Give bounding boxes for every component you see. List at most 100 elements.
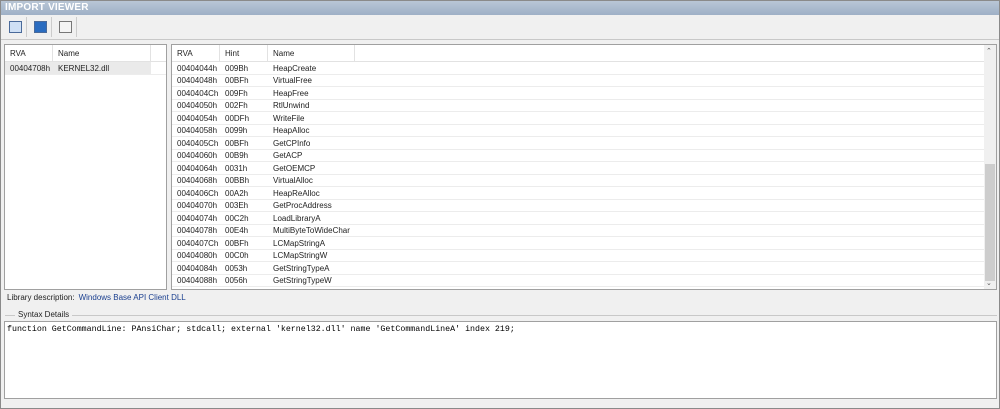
table-cell: 00BBh [225, 176, 250, 185]
table-row[interactable]: 00404070h 003Eh GetProcAddress [172, 200, 996, 212]
table-cell: 0040404Ch [177, 88, 219, 98]
table-row[interactable]: 00404088h 0056h GetStringTypeW [172, 275, 996, 287]
table-cell: 009Fh [225, 88, 248, 98]
table-cell: 002Fh [225, 101, 248, 110]
table-cell: GetACP [273, 151, 303, 160]
table-cell: GetCPInfo [273, 138, 311, 148]
syntax-text-box[interactable]: function GetCommandLine: PAnsiChar; stdc… [4, 321, 997, 399]
table-cell: 009Bh [225, 63, 249, 73]
table-cell: 00404084h [177, 263, 218, 273]
toolbar [1, 15, 999, 40]
function-list[interactable]: RVA Hint Name 00404044h 009Bh HeapCreate 00… [171, 44, 997, 290]
table-cell: 00BFh [225, 238, 249, 248]
table-cell: 00404058h [177, 126, 218, 135]
table-cell: 0099h [225, 126, 248, 135]
table-row[interactable]: 00404080h 00C0h LCMapStringW [172, 250, 996, 262]
table-cell: 0056h [225, 276, 248, 285]
table-cell: 0040406Ch [177, 188, 219, 198]
save-icon [9, 21, 22, 33]
table-cell: GetStringTypeW [273, 276, 332, 285]
table-cell: VirtualFree [273, 76, 312, 85]
library-list[interactable]: RVA Name 00404708h KERNEL32.dll [4, 44, 167, 290]
scroll-up-icon[interactable]: ⌃ [986, 47, 992, 55]
syntax-details-label: Syntax Details [15, 310, 73, 319]
save-button[interactable] [5, 17, 27, 37]
table-cell: 0031h [225, 163, 248, 173]
table-row[interactable]: 00404060h 00B9h GetACP [172, 150, 996, 162]
table-cell: 00404080h [177, 251, 218, 260]
table-cell: 00404068h [177, 176, 218, 185]
table-cell: 0040407Ch [177, 238, 219, 248]
table-cell: 00404088h [177, 276, 218, 285]
table-row[interactable]: 00404068h 00BBh VirtualAlloc [172, 175, 996, 187]
table-row[interactable]: 00404058h 0099h HeapAlloc [172, 125, 996, 137]
table-row[interactable]: 0040404Ch 009Fh HeapFree [172, 87, 996, 100]
table-row[interactable]: 00404084h 0053h GetStringTypeA [172, 262, 996, 275]
table-row[interactable]: 0040405Ch 00BFh GetCPInfo [172, 137, 996, 150]
table-cell: 00404074h [177, 213, 218, 223]
vertical-scrollbar[interactable]: ⌃ ⌄ [984, 45, 996, 289]
column-header-name[interactable]: Name [53, 45, 151, 62]
table-row[interactable]: 00404048h 00BFh VirtualFree [172, 75, 996, 87]
table-cell: HeapAlloc [273, 126, 310, 135]
table-cell: 00404054h [177, 113, 218, 123]
table-cell: LCMapStringW [273, 251, 328, 260]
table-cell: 00404070h [177, 201, 218, 210]
table-cell: 00A2h [225, 188, 249, 198]
table-cell: 0040405Ch [177, 138, 219, 148]
scroll-down-icon[interactable]: ⌄ [986, 279, 992, 287]
table-cell: 00BFh [225, 138, 249, 148]
column-header-rva[interactable]: RVA [5, 45, 53, 62]
table-cell: HeapCreate [273, 63, 317, 73]
table-cell: 00404064h [177, 163, 218, 173]
table-cell: 0053h [225, 263, 248, 273]
table-row[interactable]: 00404050h 002Fh RtlUnwind [172, 100, 996, 112]
table-cell: 00404060h [177, 151, 218, 160]
table-row[interactable]: 00404054h 00DFh WriteFile [172, 112, 996, 125]
table-cell: GetProcAddress [273, 201, 332, 210]
table-cell: GetStringTypeA [273, 263, 330, 273]
table-row[interactable]: 00404708h KERNEL32.dll [5, 62, 166, 75]
export-button[interactable] [55, 17, 77, 37]
table-cell: KERNEL32.dll [53, 62, 151, 74]
library-list-header: RVA Name [5, 45, 166, 62]
table-cell: 00C2h [225, 213, 249, 223]
scrollbar-thumb[interactable] [985, 164, 995, 281]
table-cell: 00B9h [225, 151, 249, 160]
table-cell: GetOEMCP [273, 163, 316, 173]
table-cell: 003Eh [225, 201, 249, 210]
column-header-name[interactable]: Name [268, 45, 355, 62]
table-cell: RtlUnwind [273, 101, 310, 110]
syntax-details-group: Syntax Details [5, 310, 997, 319]
table-cell: WriteFile [273, 113, 305, 123]
edit-icon [34, 21, 47, 33]
export-icon [59, 21, 72, 33]
table-cell: LoadLibraryA [273, 213, 321, 223]
table-cell: 00C0h [225, 251, 249, 260]
table-cell: HeapFree [273, 88, 309, 98]
table-cell: 00BFh [225, 76, 249, 85]
table-cell: MultiByteToWideChar [273, 226, 350, 235]
window-title: IMPORT VIEWER [1, 1, 999, 15]
table-row[interactable]: 0040407Ch 00BFh LCMapStringA [172, 237, 996, 250]
table-cell: 00404078h [177, 226, 218, 235]
table-cell: 00DFh [225, 113, 250, 123]
column-header-hint[interactable]: Hint [220, 45, 268, 62]
column-header-rva[interactable]: RVA [172, 45, 220, 62]
table-row[interactable]: 00404078h 00E4h MultiByteToWideChar [172, 225, 996, 237]
table-cell: 00E4h [225, 226, 249, 235]
table-cell: 00404708h [5, 62, 53, 74]
library-description-label: Library description: [7, 293, 75, 302]
table-row[interactable]: 0040406Ch 00A2h HeapReAlloc [172, 187, 996, 200]
table-row[interactable]: 00404064h 0031h GetOEMCP [172, 162, 996, 175]
edit-button[interactable] [30, 17, 52, 37]
table-cell: VirtualAlloc [273, 176, 313, 185]
table-cell: 00404048h [177, 76, 218, 85]
table-row[interactable]: 00404044h 009Bh HeapCreate [172, 62, 996, 75]
library-description: Library description: Windows Base API Cli… [7, 293, 186, 302]
table-cell: 00404050h [177, 101, 218, 110]
library-description-value: Windows Base API Client DLL [78, 293, 186, 302]
table-row[interactable]: 00404074h 00C2h LoadLibraryA [172, 212, 996, 225]
table-cell: 00404044h [177, 63, 218, 73]
table-cell: HeapReAlloc [273, 188, 320, 198]
